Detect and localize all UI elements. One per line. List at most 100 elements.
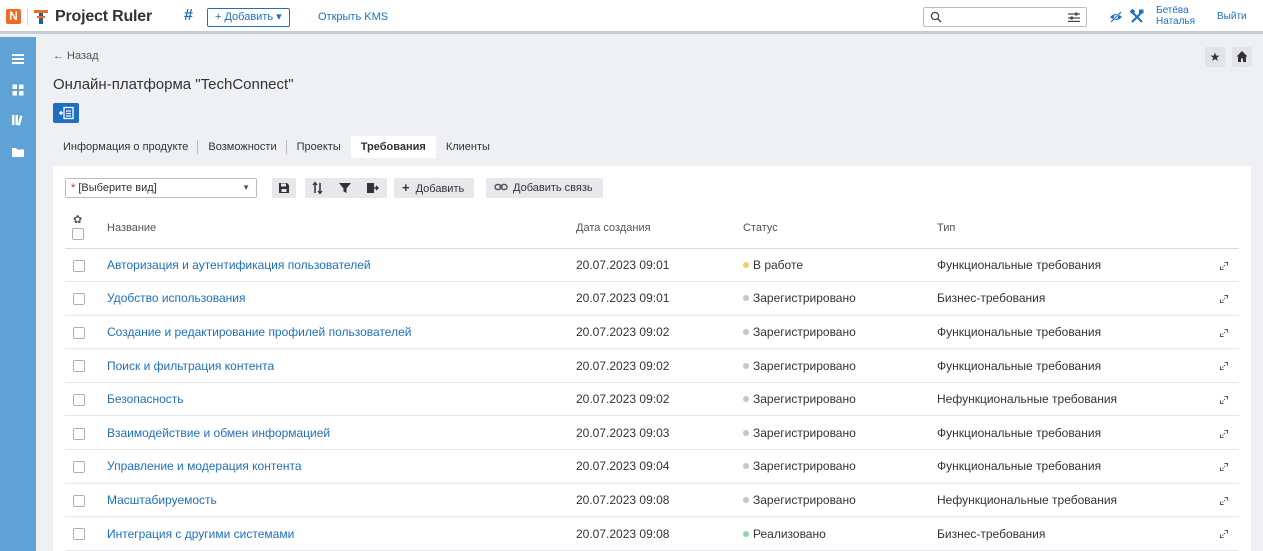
status-cell: Зарегистрировано bbox=[743, 449, 937, 484]
sort-icon[interactable] bbox=[310, 178, 326, 198]
row-checkbox[interactable] bbox=[73, 494, 85, 507]
sidebar bbox=[0, 37, 36, 551]
row-checkbox[interactable] bbox=[73, 461, 85, 474]
tab-clients[interactable]: Клиенты bbox=[436, 136, 500, 158]
select-all-checkbox[interactable] bbox=[72, 228, 84, 241]
home-button[interactable] bbox=[1232, 47, 1252, 67]
requirement-name-link[interactable]: Авторизация и аутентификация пользовател… bbox=[107, 258, 371, 272]
column-header-status[interactable]: Статус bbox=[743, 208, 937, 249]
tab-product-info[interactable]: Информация о продукте bbox=[53, 136, 199, 158]
search-box[interactable] bbox=[923, 7, 1087, 27]
type-cell: Функциональные требования bbox=[937, 315, 1207, 350]
row-checkbox[interactable] bbox=[73, 326, 85, 339]
requirement-name-link[interactable]: Управление и модерация контента bbox=[107, 459, 302, 473]
unlink-icon[interactable] bbox=[1219, 261, 1229, 271]
type-cell: Бизнес-требования bbox=[937, 281, 1207, 316]
tools-icon[interactable] bbox=[1130, 9, 1144, 24]
table-row[interactable]: Масштабируемость 20.07.2023 09:08 Зарегист… bbox=[65, 483, 1239, 518]
add-requirement-button[interactable]: + Добавить bbox=[394, 178, 475, 198]
row-checkbox[interactable] bbox=[73, 293, 85, 306]
view-select[interactable]: * [Выберите вид] ▼ bbox=[65, 178, 257, 198]
page-title: Онлайн-платформа "TechConnect" bbox=[53, 76, 294, 93]
unlink-icon[interactable] bbox=[1219, 294, 1229, 304]
type-cell: Нефункциональные требования bbox=[937, 382, 1207, 417]
unlink-icon[interactable] bbox=[1219, 361, 1229, 371]
type-cell: Функциональные требования bbox=[937, 415, 1207, 451]
add-to-list-button[interactable] bbox=[53, 103, 79, 123]
status-dot bbox=[743, 496, 749, 503]
table-row[interactable]: Удобство использования 20.07.2023 09:01 За… bbox=[65, 281, 1239, 316]
filter-settings-icon[interactable] bbox=[1068, 12, 1080, 22]
logout-link[interactable]: Выйти bbox=[1217, 11, 1247, 22]
table-actions-group bbox=[305, 178, 387, 198]
unlink-icon[interactable] bbox=[1219, 496, 1229, 506]
table-row[interactable]: Поиск и фильтрация контента 20.07.2023 09… bbox=[65, 348, 1239, 383]
row-checkbox[interactable] bbox=[73, 394, 85, 406]
requirement-name-link[interactable]: Создание и редактирование профилей польз… bbox=[107, 325, 411, 339]
requirement-name-link[interactable]: Взаимодействие и обмен информацией bbox=[107, 426, 330, 440]
user-name-link[interactable]: Бетёва Наталья bbox=[1156, 5, 1206, 27]
status-text: Зарегистрировано bbox=[753, 358, 856, 373]
status-text: Зарегистрировано bbox=[753, 291, 856, 306]
requirement-name-link[interactable]: Поиск и фильтрация контента bbox=[107, 359, 274, 373]
add-dropdown-button[interactable]: + Добавить ▾ bbox=[207, 8, 290, 27]
row-checkbox[interactable] bbox=[73, 528, 85, 541]
status-dot bbox=[743, 463, 749, 470]
created-date: 20.07.2023 09:02 bbox=[576, 382, 743, 417]
back-link[interactable]: ← Назад bbox=[53, 50, 99, 62]
requirement-name-link[interactable]: Безопасность bbox=[107, 392, 184, 406]
hash-icon[interactable]: # bbox=[184, 7, 193, 25]
unlink-icon[interactable] bbox=[1219, 429, 1229, 439]
status-dot bbox=[743, 362, 749, 369]
created-date: 20.07.2023 09:03 bbox=[576, 415, 743, 451]
table-row[interactable]: Управление и модерация контента 20.07.202… bbox=[65, 449, 1239, 484]
type-cell: Функциональные требования bbox=[937, 348, 1207, 383]
created-date: 20.07.2023 09:02 bbox=[576, 315, 743, 350]
row-checkbox[interactable] bbox=[73, 360, 85, 373]
status-text: В работе bbox=[753, 257, 804, 272]
filter-icon[interactable] bbox=[337, 178, 353, 198]
search-input[interactable] bbox=[948, 9, 1063, 25]
library-icon[interactable] bbox=[11, 113, 25, 127]
column-header-type[interactable]: Тип bbox=[937, 208, 1207, 249]
status-cell: Зарегистрировано bbox=[743, 415, 937, 451]
requirement-name-link[interactable]: Интеграция с другими системами bbox=[107, 527, 294, 541]
table-header-row: ✿ Название Дата создания Статус Тип bbox=[65, 208, 1239, 249]
created-date: 20.07.2023 09:02 bbox=[576, 348, 743, 383]
export-icon[interactable] bbox=[364, 178, 380, 198]
column-header-name[interactable]: Название bbox=[107, 208, 576, 249]
add-link-button[interactable]: Добавить связь bbox=[486, 178, 603, 198]
menu-icon[interactable] bbox=[11, 52, 25, 66]
folder-icon[interactable] bbox=[11, 145, 25, 159]
table-row[interactable]: Интеграция с другими системами 20.07.2023… bbox=[65, 516, 1239, 551]
table-row[interactable]: Авторизация и аутентификация пользовател… bbox=[65, 248, 1239, 283]
tab-capabilities[interactable]: Возможности bbox=[198, 136, 287, 158]
status-dot bbox=[743, 530, 749, 537]
open-kms-link[interactable]: Открыть KMS bbox=[318, 11, 388, 23]
row-checkbox[interactable] bbox=[73, 427, 85, 440]
row-checkbox[interactable] bbox=[73, 259, 85, 272]
chevron-down-icon: ▼ bbox=[242, 183, 250, 192]
save-view-button[interactable] bbox=[272, 178, 296, 198]
column-header-created[interactable]: Дата создания bbox=[576, 208, 743, 249]
gear-icon[interactable]: ✿ bbox=[73, 215, 107, 226]
table-row[interactable]: Взаимодействие и обмен информацией 20.07.… bbox=[65, 415, 1239, 451]
eye-off-icon[interactable] bbox=[1109, 11, 1123, 23]
favorite-star-button[interactable]: ★ bbox=[1205, 47, 1225, 67]
app-title[interactable]: Project Ruler bbox=[55, 8, 152, 26]
table-row[interactable]: Безопасность 20.07.2023 09:02 Зарегистриро… bbox=[65, 382, 1239, 417]
status-text: Зарегистрировано bbox=[753, 392, 856, 407]
table-row[interactable]: Создание и редактирование профилей польз… bbox=[65, 315, 1239, 350]
dashboard-icon[interactable] bbox=[11, 83, 25, 97]
status-text: Зарегистрировано bbox=[753, 492, 856, 507]
unlink-icon[interactable] bbox=[1219, 328, 1229, 338]
view-select-value: [Выберите вид] bbox=[78, 182, 157, 194]
tab-requirements[interactable]: Требования bbox=[350, 136, 436, 158]
unlink-icon[interactable] bbox=[1219, 529, 1229, 539]
tab-projects[interactable]: Проекты bbox=[287, 136, 351, 158]
unlink-icon[interactable] bbox=[1219, 462, 1229, 472]
requirement-name-link[interactable]: Масштабируемость bbox=[107, 493, 217, 507]
unlink-icon[interactable] bbox=[1219, 395, 1229, 405]
requirement-name-link[interactable]: Удобство использования bbox=[107, 291, 246, 305]
search-icon bbox=[930, 11, 942, 23]
